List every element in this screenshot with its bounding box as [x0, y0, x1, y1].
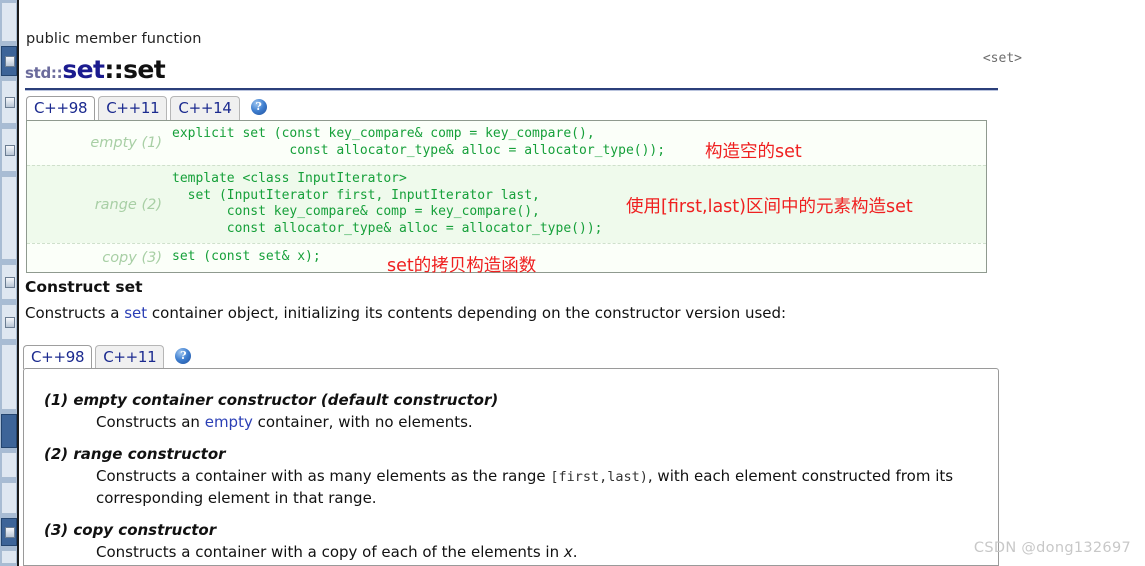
desc-tab-cpp98[interactable]: C++98 — [23, 345, 93, 369]
title-namespace: std:: — [25, 64, 63, 82]
page-title: std::set::set — [25, 55, 166, 84]
signature-tag: empty (1) — [90, 135, 162, 151]
taskbar-slot-active[interactable] — [1, 518, 17, 546]
help-icon[interactable]: ? — [250, 99, 267, 115]
help-icon[interactable]: ? — [175, 348, 192, 364]
desc-text: container, with no elements. — [252, 413, 473, 431]
param-x: x — [563, 543, 573, 561]
desc-text: Constructs a container with as many elem… — [96, 467, 551, 485]
title-class: set — [62, 55, 105, 84]
annotation-empty: 构造空的set — [705, 142, 802, 162]
taskbar-slot[interactable] — [1, 550, 17, 564]
signature-tag: copy (3) — [102, 250, 162, 266]
taskbar-slot[interactable] — [1, 482, 17, 514]
annotation-copy: set的拷贝构造函数 — [387, 256, 537, 276]
description-body: Constructs an empty container, with no e… — [96, 412, 986, 433]
screenshot-root: public member function std::set::set <se… — [0, 0, 1145, 566]
reference-page: public member function std::set::set <se… — [21, 0, 1145, 566]
window-icon — [5, 527, 15, 538]
window-icon — [5, 56, 15, 67]
description-version-tabs[interactable]: C++98 C++11 ? — [23, 345, 192, 369]
watermark: CSDN @dong132697 — [973, 540, 1131, 556]
description-heading: (1) empty container constructor (default… — [44, 391, 499, 409]
window-icon — [5, 277, 15, 288]
set-link[interactable]: set — [124, 304, 147, 322]
windows-taskbar[interactable] — [0, 0, 19, 566]
title-member: set — [123, 55, 166, 84]
taskbar-slot-active[interactable] — [1, 414, 17, 448]
tab-cpp11[interactable]: C++11 — [98, 96, 168, 120]
standard-version-tabs[interactable]: C++98 C++11 C++14 ? — [26, 96, 267, 120]
taskbar-slot[interactable] — [1, 344, 17, 410]
desc-tab-cpp11[interactable]: C++11 — [95, 345, 165, 369]
annotation-range: 使用[first,last)区间中的元素构造set — [626, 197, 913, 217]
page-kicker: public member function — [26, 31, 202, 47]
signature-row: empty (1) explicit set (const key_compar… — [27, 121, 986, 165]
window-icon — [5, 145, 15, 156]
section-description: Constructs a set container object, initi… — [25, 304, 786, 322]
tab-cpp14[interactable]: C++14 — [170, 96, 240, 120]
description-panel: (1) empty container constructor (default… — [23, 368, 999, 566]
title-separator: :: — [104, 55, 124, 84]
section-title: Construct set — [25, 278, 143, 296]
tab-cpp98[interactable]: C++98 — [26, 96, 96, 120]
header-include-tag: <set> — [982, 51, 1022, 66]
signature-code: explicit set (const key_compare& comp = … — [172, 126, 666, 158]
desc-text: . — [572, 543, 578, 561]
taskbar-slot[interactable] — [1, 176, 17, 260]
description-heading: (2) range constructor — [44, 445, 226, 463]
desc-text: Constructs an — [96, 413, 205, 431]
taskbar-slot[interactable] — [1, 264, 17, 300]
taskbar-slot[interactable] — [1, 2, 17, 42]
section-desc-after: container object, initializing its conte… — [147, 304, 787, 322]
taskbar-slot[interactable] — [1, 452, 17, 478]
window-icon — [5, 97, 15, 108]
taskbar-slot[interactable] — [1, 80, 17, 124]
taskbar-slot-active[interactable] — [1, 46, 17, 76]
empty-link[interactable]: empty — [205, 413, 253, 431]
description-body: Constructs a container with a copy of ea… — [96, 542, 986, 563]
signature-tag: range (2) — [94, 196, 162, 213]
description-body: Constructs a container with as many elem… — [96, 466, 986, 509]
taskbar-slot[interactable] — [1, 304, 17, 340]
signature-code: set (const set& x); — [172, 249, 321, 264]
section-desc-before: Constructs a — [25, 304, 125, 322]
description-heading: (3) copy constructor — [44, 521, 217, 539]
title-divider — [25, 88, 998, 91]
taskbar-slot[interactable] — [1, 128, 17, 172]
window-icon — [5, 317, 15, 328]
range-notation: [first,last) — [550, 469, 648, 485]
desc-text: Constructs a container with a copy of ea… — [96, 543, 564, 561]
